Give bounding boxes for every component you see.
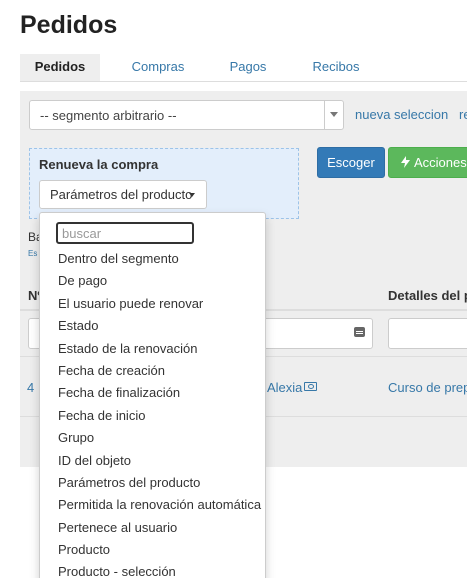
- dropdown-item[interactable]: Pertenece al usuario: [40, 517, 265, 539]
- dropdown-item[interactable]: Parámetros del producto: [40, 472, 265, 494]
- segment-select[interactable]: -- segmento arbitrario --: [29, 100, 344, 130]
- product-params-button[interactable]: Parámetros del producto: [39, 180, 207, 209]
- partial-link[interactable]: re: [459, 107, 467, 122]
- tab-recibos[interactable]: Recibos: [300, 54, 372, 81]
- caret-down-icon: [189, 193, 195, 197]
- tab-pedidos[interactable]: Pedidos: [20, 54, 100, 81]
- dropdown-item[interactable]: Dentro del segmento: [40, 248, 265, 270]
- dropdown-item[interactable]: Fecha de creación: [40, 360, 265, 382]
- dropdown-item[interactable]: Fecha de inicio: [40, 405, 265, 427]
- actions-button[interactable]: Acciones: [388, 147, 467, 178]
- id-card-icon[interactable]: [304, 382, 317, 391]
- dropdown-search-input[interactable]: [56, 222, 194, 244]
- tab-pagos[interactable]: Pagos: [213, 54, 283, 81]
- dropdown-item[interactable]: El usuario puede renovar: [40, 293, 265, 315]
- dropdown-item[interactable]: Fecha de finalización: [40, 382, 265, 404]
- calendar-icon[interactable]: [354, 327, 365, 337]
- renew-title: Renueva la compra: [39, 157, 159, 172]
- dropdown-item[interactable]: ID del objeto: [40, 450, 265, 472]
- tab-compras[interactable]: Compras: [118, 54, 198, 81]
- header-details[interactable]: Detalles del p: [388, 288, 467, 303]
- row-user-link[interactable]: Alexia: [267, 380, 302, 395]
- dropdown-item[interactable]: De pago: [40, 270, 265, 292]
- page-title: Pedidos: [20, 11, 118, 39]
- dropdown-item[interactable]: Producto: [40, 539, 265, 561]
- dropdown-item[interactable]: Permitida la renovación automática: [40, 494, 265, 516]
- choose-button[interactable]: Escoger: [317, 147, 385, 178]
- actions-label: Acciones: [414, 155, 467, 170]
- bolt-icon: [401, 156, 410, 168]
- row-details-link[interactable]: Curso de prep: [388, 380, 467, 395]
- dropdown-item[interactable]: Grupo: [40, 427, 265, 449]
- tabs-bar: Pedidos Compras Pagos Recibos: [20, 54, 467, 82]
- filter-details-input[interactable]: [388, 318, 467, 349]
- row-id-link[interactable]: 4: [27, 380, 34, 395]
- dropdown-item[interactable]: Estado de la renovación: [40, 338, 265, 360]
- dropdown-item[interactable]: Producto - selección: [40, 561, 265, 578]
- product-params-label: Parámetros del producto: [50, 187, 193, 202]
- dropdown-item[interactable]: Estado: [40, 315, 265, 337]
- background-link-fragment[interactable]: Es: [28, 249, 37, 258]
- dropdown-list: Dentro del segmento De pago El usuario p…: [40, 248, 265, 578]
- new-selection-link[interactable]: nueva seleccion: [355, 107, 448, 122]
- product-params-dropdown: Dentro del segmento De pago El usuario p…: [39, 212, 266, 578]
- chevron-down-icon[interactable]: [324, 101, 343, 129]
- segment-select-value: -- segmento arbitrario --: [40, 108, 177, 123]
